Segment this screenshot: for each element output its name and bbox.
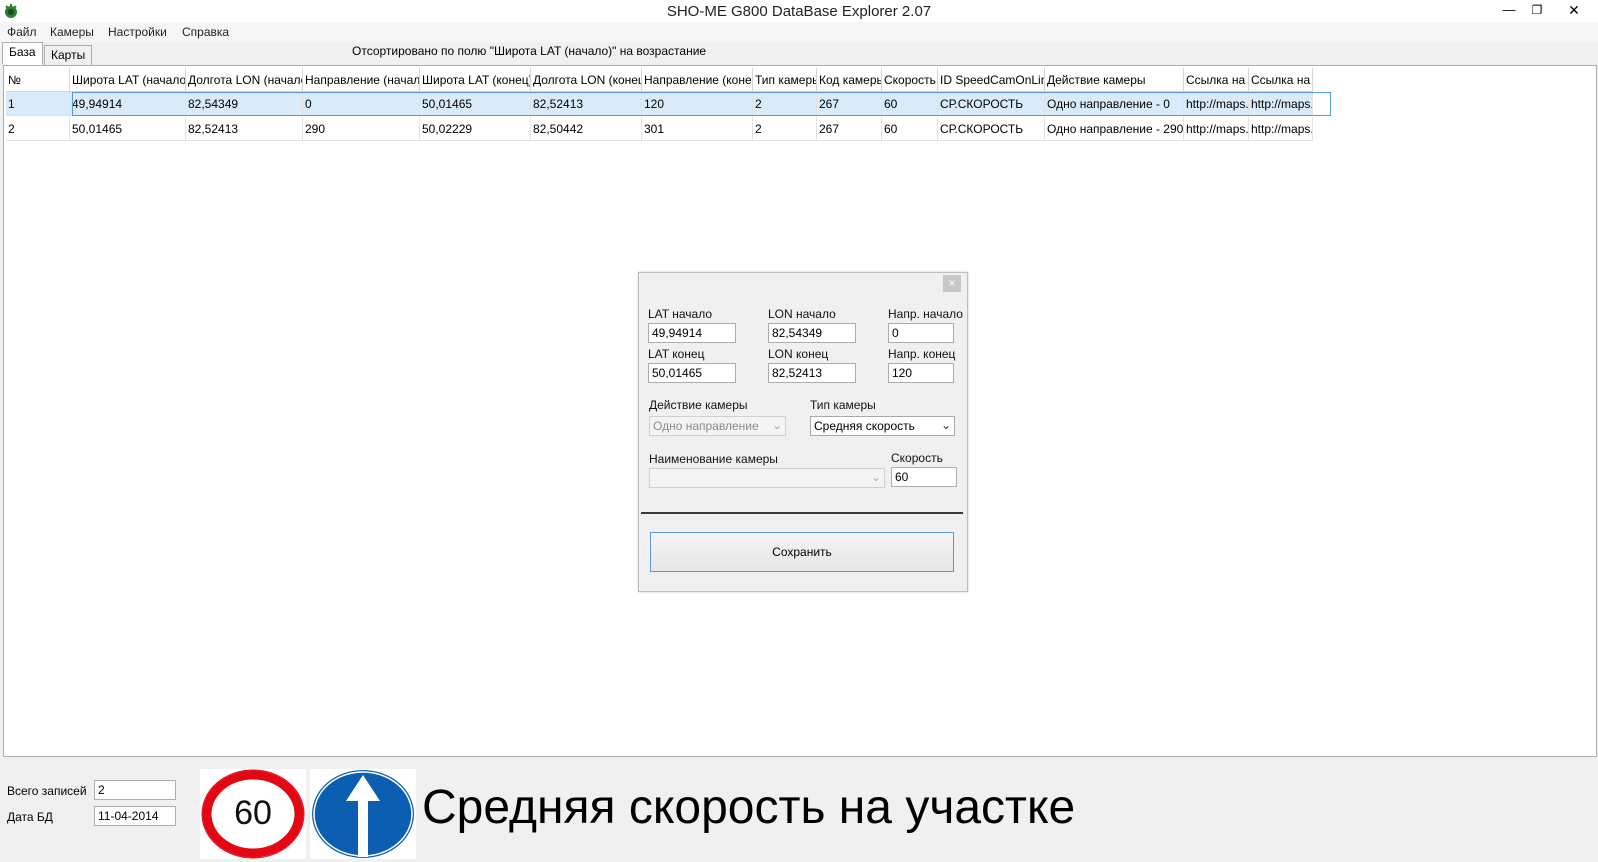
cell-col-lat-start[interactable]: 49,94914 (70, 92, 186, 116)
camera-action-label: Действие камеры (649, 398, 748, 412)
sort-status-text: Отсортировано по полю "Широта LAT (начал… (352, 44, 707, 58)
header-col-lat-start[interactable]: Широта LAT (начало) (70, 68, 186, 92)
dir-end-input[interactable] (888, 363, 954, 383)
dialog-divider (641, 512, 963, 514)
cell-col-camera-action[interactable]: Одно направление - 0 (1045, 92, 1184, 116)
lon-end-input[interactable] (768, 363, 856, 383)
speed-limit-sign: 60 (200, 769, 306, 859)
db-date-label: Дата БД (7, 810, 53, 824)
status-area: Всего записей Дата БД 60 Средняя скорост… (0, 760, 1598, 859)
cell-col-camera-code[interactable]: 267 (817, 92, 882, 116)
lon-end-label: LON конец (768, 347, 829, 361)
records-count-label: Всего записей (7, 784, 87, 798)
cell-col-camera-code[interactable]: 267 (817, 117, 882, 141)
lat-end-label: LAT конец (648, 347, 705, 361)
camera-name-label: Наименование камеры (649, 452, 778, 466)
minimize-button[interactable]: — (1496, 0, 1522, 20)
close-window-button[interactable]: ✕ (1556, 0, 1592, 20)
cell-col-camera-type[interactable]: 2 (753, 92, 817, 116)
camera-action-value: Одно направление (653, 419, 759, 433)
dialog-close-button[interactable]: × (943, 275, 961, 292)
tab-base[interactable]: База (2, 42, 43, 65)
menu-settings[interactable]: Настройки (108, 25, 167, 39)
header-col-speed[interactable]: Скорость (882, 68, 938, 92)
camera-name-select[interactable]: ⌄ (649, 468, 885, 488)
cell-col-dir-end[interactable]: 301 (642, 117, 753, 141)
cell-col-dir-start[interactable]: 0 (303, 92, 420, 116)
speed-label: Скорость (891, 451, 943, 465)
menu-bar: Файл Камеры Настройки Справка (0, 22, 1598, 42)
dir-end-label: Напр. конец (888, 347, 956, 361)
header-col-link-google[interactable]: Ссылка на G (1184, 68, 1249, 92)
header-col-lat-end[interactable]: Широта LAT (конец) (420, 68, 531, 92)
header-col-dir-end[interactable]: Направление (конец) (642, 68, 753, 92)
menu-cameras[interactable]: Камеры (50, 25, 94, 39)
cell-col-link-google[interactable]: http://maps. (1184, 92, 1249, 116)
cell-col-speed[interactable]: 60 (882, 92, 938, 116)
cell-col-dir-start[interactable]: 290 (303, 117, 420, 141)
arrow-up-icon (312, 770, 414, 858)
cell-col-speed[interactable]: 60 (882, 117, 938, 141)
cell-col-lon-start[interactable]: 82,52413 (186, 117, 303, 141)
header-col-dir-start[interactable]: Направление (начало) (303, 68, 420, 92)
cell-col-lon-end[interactable]: 82,50442 (531, 117, 642, 141)
dir-start-label: Напр. начало (888, 307, 963, 321)
header-col-number[interactable]: № (6, 68, 70, 92)
cell-col-camera-action[interactable]: Одно направление - 290 (1045, 117, 1184, 141)
title-bar: SHO-ME G800 DataBase Explorer 2.07 — ❐ ✕ (0, 0, 1598, 22)
camera-type-select[interactable]: Средняя скорость ⌄ (810, 416, 955, 436)
cell-col-lon-end[interactable]: 82,52413 (531, 92, 642, 116)
header-col-lon-start[interactable]: Долгота LON (начало) (186, 68, 303, 92)
direction-sign (310, 769, 416, 859)
cell-col-lat-end[interactable]: 50,02229 (420, 117, 531, 141)
camera-type-label: Тип камеры (810, 398, 876, 412)
lat-start-label: LAT начало (648, 307, 713, 321)
cell-col-speedcam-id[interactable]: СР.СКОРОСТЬ (938, 117, 1045, 141)
header-col-camera-type[interactable]: Тип камеры (753, 68, 817, 92)
header-col-speedcam-id[interactable]: ID SpeedCamOnLine (938, 68, 1045, 92)
cell-col-number[interactable]: 1 (6, 92, 70, 116)
header-col-camera-action[interactable]: Действие камеры (1045, 68, 1184, 92)
camera-type-caption: Средняя скорость на участке (422, 781, 1076, 834)
cell-col-lat-end[interactable]: 50,01465 (420, 92, 531, 116)
cell-col-link-yandex[interactable]: http://maps. (1249, 92, 1313, 116)
cell-col-camera-type[interactable]: 2 (753, 117, 817, 141)
chevron-down-icon: ⌄ (771, 418, 782, 432)
header-col-link-yandex[interactable]: Ссылка на Я (1249, 68, 1313, 92)
save-button[interactable]: Сохранить (650, 532, 954, 572)
tab-maps[interactable]: Карты (44, 45, 93, 66)
cell-col-lat-start[interactable]: 50,01465 (70, 117, 186, 141)
db-date-field[interactable] (94, 806, 176, 826)
lon-start-label: LON начало (768, 307, 836, 321)
camera-type-value: Средняя скорость (814, 419, 915, 433)
speed-limit-value: 60 (234, 794, 272, 832)
chevron-down-icon: ⌄ (870, 470, 881, 484)
cell-col-link-yandex[interactable]: http://maps. (1249, 117, 1313, 141)
header-col-camera-code[interactable]: Код камеры (817, 68, 882, 92)
speed-input[interactable] (891, 467, 957, 487)
lat-start-input[interactable] (648, 323, 736, 343)
lon-start-input[interactable] (768, 323, 856, 343)
cell-col-dir-end[interactable]: 120 (642, 92, 753, 116)
camera-action-select[interactable]: Одно направление ⌄ (649, 416, 786, 436)
window-title: SHO-ME G800 DataBase Explorer 2.07 (666, 3, 932, 20)
cell-col-number[interactable]: 2 (6, 117, 70, 141)
menu-file[interactable]: Файл (7, 25, 37, 39)
edit-camera-dialog: × LAT начало LON начало Напр. начало LAT… (638, 272, 968, 592)
header-col-lon-end[interactable]: Долгота LON (конец) (531, 68, 642, 92)
menu-help[interactable]: Справка (182, 25, 229, 39)
dir-start-input[interactable] (888, 323, 954, 343)
chevron-down-icon: ⌄ (940, 418, 951, 432)
restore-button[interactable]: ❐ (1524, 0, 1550, 20)
cell-col-lon-start[interactable]: 82,54349 (186, 92, 303, 116)
lat-end-input[interactable] (648, 363, 736, 383)
records-count-field[interactable] (94, 780, 176, 800)
cell-col-link-google[interactable]: http://maps. (1184, 117, 1249, 141)
cell-col-speedcam-id[interactable]: СР.СКОРОСТЬ (938, 92, 1045, 116)
speed-limit-icon: 60 (201, 769, 305, 859)
